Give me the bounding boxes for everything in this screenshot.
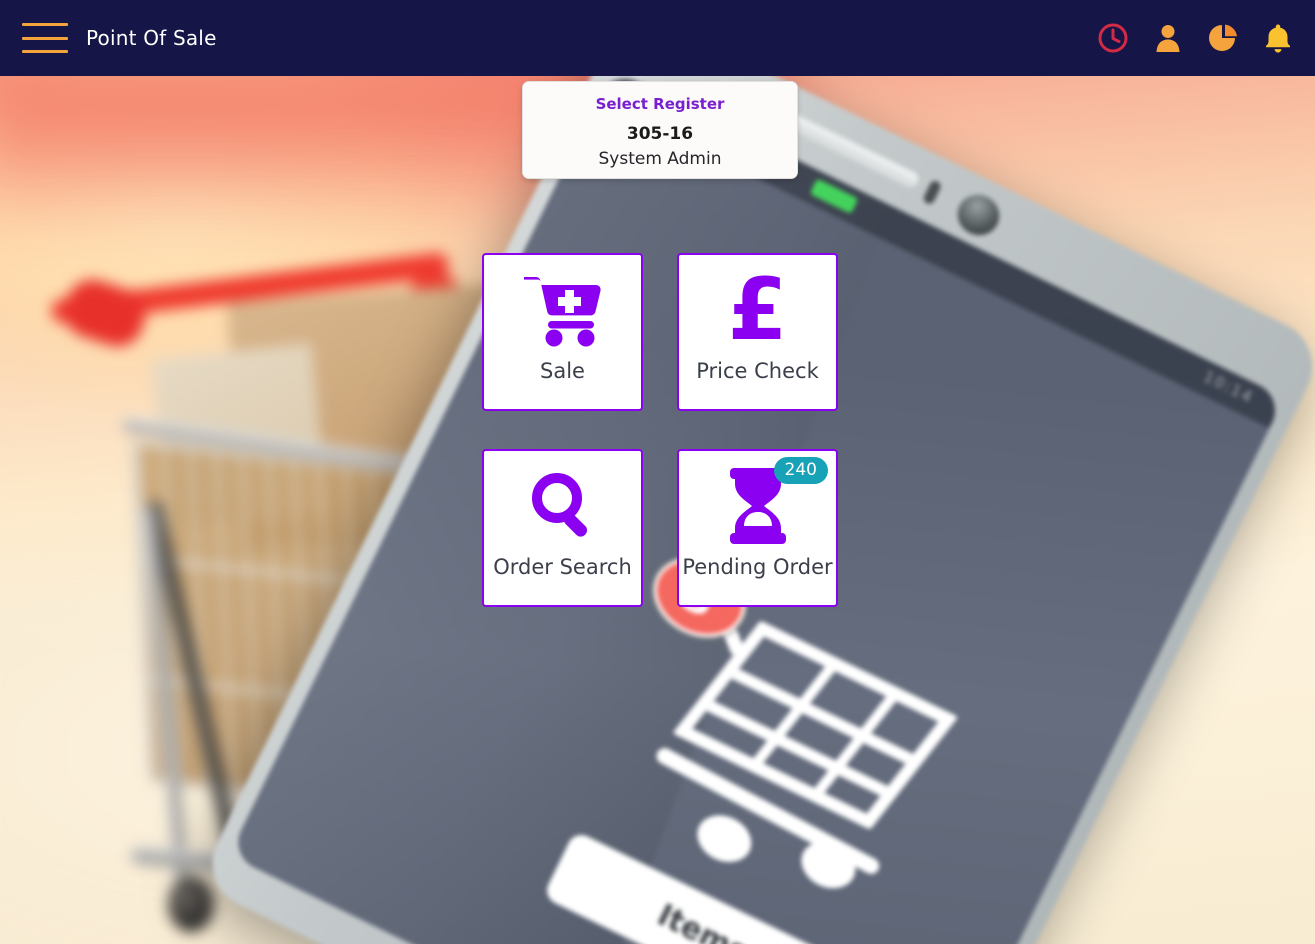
pound-glyph: £ xyxy=(727,260,788,360)
select-register-label: Select Register xyxy=(595,95,725,113)
action-tile-grid: Sale £ Price Check Order Search 240 Pend… xyxy=(482,253,839,612)
tile-price-check[interactable]: £ Price Check xyxy=(677,253,838,411)
photo-cart-handle-grip xyxy=(57,273,153,353)
photo-phone-cart-basket xyxy=(672,620,959,830)
hamburger-menu-icon[interactable] xyxy=(22,23,68,53)
magnifying-glass-icon xyxy=(484,451,641,555)
photo-phone-cart-wheel xyxy=(689,806,760,871)
pos-home-screen: 10:14 eWallet 3 Items xyxy=(0,0,1315,944)
hamburger-bar xyxy=(22,36,68,40)
shopping-cart-plus-icon xyxy=(484,255,641,359)
header-icon-group xyxy=(1096,0,1295,76)
app-header: Point Of Sale xyxy=(0,0,1315,76)
tile-label-text: Pending Order xyxy=(682,555,833,579)
user-icon[interactable] xyxy=(1151,21,1185,55)
clock-icon[interactable] xyxy=(1096,21,1130,55)
hourglass-icon: 240 xyxy=(679,451,836,555)
hamburger-bar xyxy=(22,23,68,26)
hamburger-bar xyxy=(22,50,68,53)
register-user-name: System Admin xyxy=(598,149,722,169)
select-register-card[interactable]: Select Register 305-16 System Admin xyxy=(522,81,798,179)
tile-sale[interactable]: Sale xyxy=(482,253,643,411)
pound-sterling-icon: £ xyxy=(679,255,836,359)
tile-label: Sale xyxy=(540,359,585,383)
tile-order-search[interactable]: Order Search xyxy=(482,449,643,607)
pending-order-count-badge: 240 xyxy=(773,457,828,484)
tile-label: Order Search xyxy=(493,555,632,579)
register-number: 305-16 xyxy=(626,124,694,144)
tile-label: Pending Order xyxy=(679,555,836,580)
page-title: Point Of Sale xyxy=(86,26,217,50)
pie-chart-icon[interactable] xyxy=(1206,21,1240,55)
photo-phone-cart-wheel xyxy=(793,832,864,898)
tile-label: Price Check xyxy=(696,359,819,383)
bell-icon[interactable] xyxy=(1261,21,1295,55)
tile-pending-order[interactable]: 240 Pending Order xyxy=(677,449,838,607)
